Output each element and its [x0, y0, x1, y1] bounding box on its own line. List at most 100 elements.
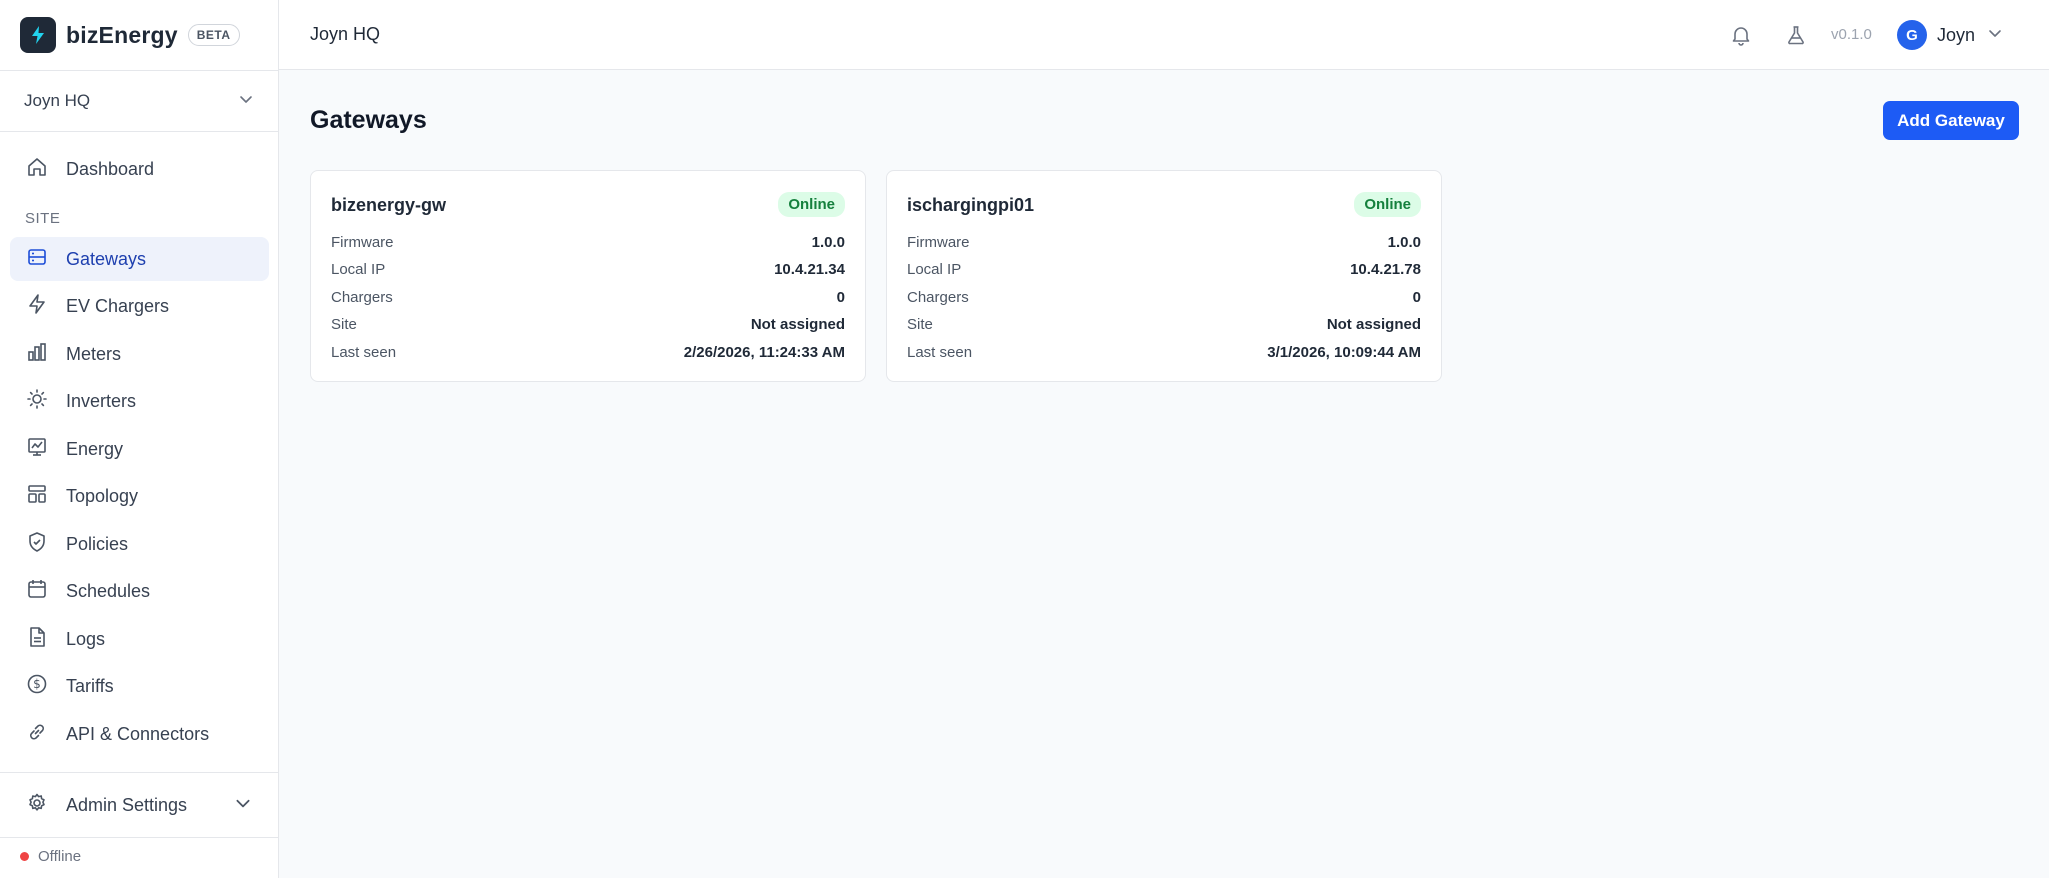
field-label: Chargers	[907, 289, 969, 306]
sidebar-item-label: Dashboard	[66, 158, 155, 179]
sidebar-item-tariffs[interactable]: $ Tariffs	[10, 664, 269, 708]
sidebar-item-label: Policies	[66, 533, 129, 554]
flask-icon[interactable]	[1782, 21, 1810, 49]
sidebar-item-label: Tariffs	[66, 675, 114, 696]
user-name: Joyn	[1937, 24, 1976, 45]
field-value: 0	[836, 289, 845, 306]
field-label: Last seen	[331, 344, 397, 361]
connection-status-text: Offline	[38, 848, 82, 865]
chevron-down-icon	[1987, 25, 2003, 46]
svg-text:$: $	[33, 677, 41, 691]
shield-icon	[26, 531, 48, 558]
chevron-down-icon	[234, 794, 252, 817]
field-value: 3/1/2026, 10:09:44 AM	[1267, 344, 1421, 361]
gateway-field-chargers: Chargers 0	[331, 289, 845, 306]
server-icon	[26, 246, 48, 273]
site-selector[interactable]: Joyn HQ	[0, 70, 278, 132]
sidebar-item-label: API & Connectors	[66, 723, 210, 744]
field-label: Last seen	[907, 344, 973, 361]
sidebar-item-dashboard[interactable]: Dashboard	[10, 147, 269, 191]
avatar: G	[1897, 20, 1927, 50]
field-label: Local IP	[907, 261, 962, 278]
field-label: Site	[331, 316, 357, 333]
gateway-card[interactable]: bizenergy-gw Online Firmware 1.0.0 Local…	[310, 170, 866, 382]
status-dot	[20, 852, 29, 861]
line-chart-icon	[26, 436, 48, 463]
gateway-field-firmware: Firmware 1.0.0	[907, 234, 1421, 251]
bolt-logo-icon	[20, 17, 56, 53]
sidebar-item-ev-chargers[interactable]: EV Chargers	[10, 284, 269, 328]
gateway-field-local-ip: Local IP 10.4.21.34	[331, 261, 845, 278]
field-value: 10.4.21.78	[1350, 261, 1421, 278]
add-gateway-button[interactable]: Add Gateway	[1883, 101, 2019, 140]
brand-name: bizEnergy	[66, 21, 178, 48]
link-icon	[26, 721, 48, 748]
gateway-field-site: Site Not assigned	[331, 316, 845, 333]
field-value: 1.0.0	[811, 234, 845, 251]
sidebar-item-label: Logs	[66, 628, 106, 649]
sidebar-item-label: Energy	[66, 438, 124, 459]
field-value: 0	[1412, 289, 1421, 306]
sidebar-item-label: EV Chargers	[66, 295, 170, 316]
admin-settings-toggle[interactable]: Admin Settings	[0, 772, 278, 838]
gateway-field-last-seen: Last seen 2/26/2026, 11:24:33 AM	[331, 344, 845, 361]
gateway-card[interactable]: ischargingpi01 Online Firmware 1.0.0 Loc…	[886, 170, 1442, 382]
sidebar-item-schedules[interactable]: Schedules	[10, 569, 269, 613]
app-version: v0.1.0	[1831, 26, 1872, 43]
connection-status: Offline	[20, 848, 81, 865]
field-value: 10.4.21.34	[774, 261, 845, 278]
sidebar-item-policies[interactable]: Policies	[10, 522, 269, 566]
dollar-icon: $	[26, 673, 48, 700]
field-value: Not assigned	[1326, 316, 1421, 333]
sun-icon	[26, 388, 48, 415]
user-menu[interactable]: G Joyn	[1897, 20, 2003, 50]
sidebar-item-label: Gateways	[66, 248, 147, 269]
sidebar-item-label: Topology	[66, 485, 139, 506]
bar-chart-icon	[26, 341, 48, 368]
sidebar-item-topology[interactable]: Topology	[10, 474, 269, 518]
gateway-field-last-seen: Last seen 3/1/2026, 10:09:44 AM	[907, 344, 1421, 361]
site-selector-value: Joyn HQ	[24, 91, 91, 110]
field-label: Firmware	[907, 234, 970, 251]
beta-badge: BETA	[187, 24, 240, 46]
brand[interactable]: bizEnergy BETA	[0, 0, 278, 70]
status-badge: Online	[1354, 192, 1421, 217]
field-label: Firmware	[331, 234, 394, 251]
gateway-field-firmware: Firmware 1.0.0	[331, 234, 845, 251]
top-bar: Joyn HQ v0.1.0 G Joyn	[279, 0, 2049, 70]
sidebar-item-logs[interactable]: Logs	[10, 617, 269, 661]
bell-icon[interactable]	[1727, 21, 1755, 49]
gateway-name: bizenergy-gw	[331, 195, 447, 215]
field-label: Chargers	[331, 289, 393, 306]
status-badge: Online	[778, 192, 845, 217]
bolt-icon	[26, 293, 48, 320]
sidebar-item-label: Schedules	[66, 580, 151, 601]
gateway-name: ischargingpi01	[907, 195, 1035, 215]
admin-settings-label: Admin Settings	[66, 794, 188, 815]
gateway-field-local-ip: Local IP 10.4.21.78	[907, 261, 1421, 278]
field-value: 2/26/2026, 11:24:33 AM	[683, 344, 845, 361]
gear-icon	[26, 792, 48, 819]
home-icon	[26, 156, 48, 183]
sidebar-item-inverters[interactable]: Inverters	[10, 379, 269, 423]
sidebar: bizEnergy BETA Joyn HQ Dashboard SITE Ga…	[0, 0, 279, 878]
gateway-field-chargers: Chargers 0	[907, 289, 1421, 306]
sidebar-item-label: Meters	[66, 343, 122, 364]
sidebar-item-meters[interactable]: Meters	[10, 332, 269, 376]
sidebar-item-label: Inverters	[66, 390, 137, 411]
field-label: Site	[907, 316, 933, 333]
sidebar-item-gateways[interactable]: Gateways	[10, 237, 269, 281]
chevron-down-icon	[238, 91, 254, 112]
field-label: Local IP	[331, 261, 386, 278]
file-icon	[26, 626, 48, 653]
sidebar-item-energy[interactable]: Energy	[10, 427, 269, 471]
calendar-icon	[26, 578, 48, 605]
field-value: 1.0.0	[1387, 234, 1421, 251]
field-value: Not assigned	[750, 316, 845, 333]
gateway-field-site: Site Not assigned	[907, 316, 1421, 333]
page-title: Gateways	[310, 106, 427, 134]
sidebar-item-api-connectors[interactable]: API & Connectors	[10, 712, 269, 756]
breadcrumb: Joyn HQ	[310, 24, 381, 44]
nav-section-site: SITE	[25, 210, 61, 227]
topology-icon	[26, 483, 48, 510]
